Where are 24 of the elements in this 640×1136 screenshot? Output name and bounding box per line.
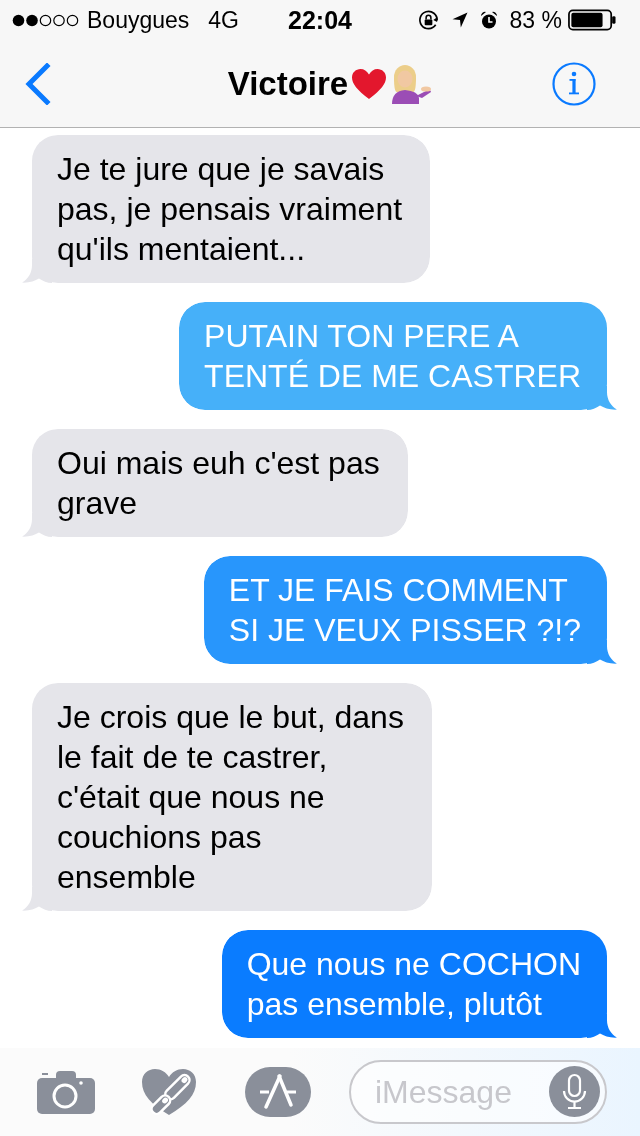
received-message-bubble: Je te jure que je savais pas, je pensais vraiment qu'ils mentaient... — [22, 135, 431, 283]
network-type: 4G — [208, 6, 239, 34]
location-arrow-icon — [451, 12, 468, 28]
carrier-name: Bouygues — [87, 6, 190, 34]
camera-icon[interactable] — [37, 1070, 95, 1114]
battery-icon — [568, 9, 616, 31]
sent-message-bubble: Que nous ne COCHON pas ensemble, plutôt — [221, 930, 617, 1038]
back-icon[interactable] — [25, 62, 51, 105]
contact-name: Victoire — [227, 64, 349, 103]
microphone-icon[interactable] — [549, 1066, 600, 1117]
clock-time: 22:04 — [288, 5, 352, 35]
signal-icon — [12, 13, 80, 27]
heart-icon — [351, 67, 388, 100]
sent-message-bubble: PUTAIN TON PERE A TENTÉ DE ME CASTRER — [179, 302, 617, 410]
alarm-clock-icon — [479, 11, 498, 29]
person-icon — [390, 63, 433, 104]
rotation-lock-icon — [416, 8, 440, 32]
apps-icon[interactable] — [245, 1067, 311, 1117]
heart-fingers-icon[interactable] — [141, 1068, 197, 1116]
battery-percentage: 83 % — [509, 6, 562, 34]
received-message-bubble: Je crois que le but, dans le fait de te castrer, c'était que nous ne couchions pas ensemble — [22, 683, 432, 911]
sent-message-bubble: ET JE FAIS COMMENT SI JE VEUX PISSER ?!? — [203, 556, 617, 664]
info-icon[interactable] — [552, 61, 596, 106]
received-message-bubble: Oui mais euh c'est pas grave — [22, 429, 408, 537]
